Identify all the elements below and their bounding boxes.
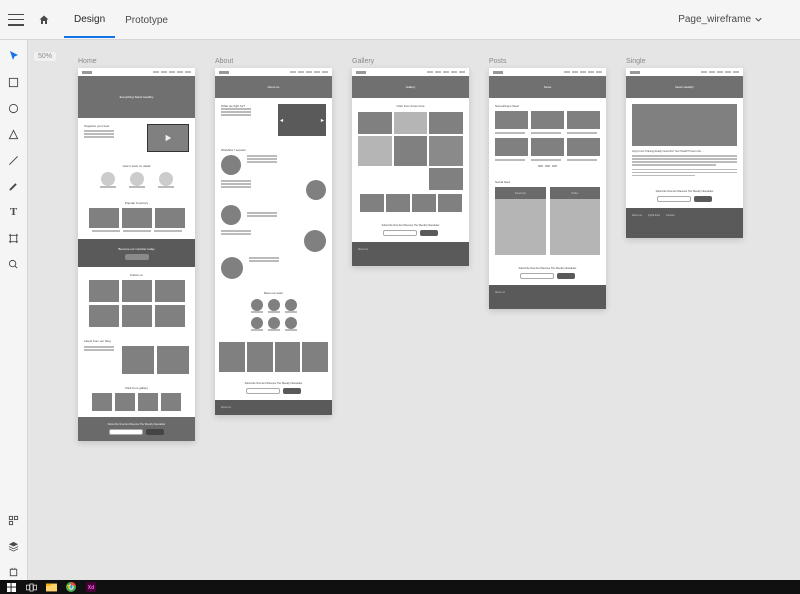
section-title: Follow us	[130, 273, 143, 277]
taskview-icon[interactable]	[24, 582, 38, 592]
tab-prototype[interactable]: Prototype	[115, 3, 178, 37]
hero-title: Everything Starts Healthy	[120, 95, 154, 99]
cta-band: Become our member today	[118, 247, 154, 251]
section-title: Click from times here	[396, 104, 424, 108]
artboard-about[interactable]: About About us What we fight for? ◀ ▶ Wo…	[215, 68, 332, 415]
subscribe-text: Subscribe Now And Receive The Weekly New…	[108, 423, 166, 426]
footer-col: About us	[221, 406, 231, 409]
section-title: Latest from our blog	[84, 339, 189, 343]
artboard-row: Home Everything Starts Healthy Organize …	[78, 68, 743, 441]
windows-taskbar: Xd	[0, 580, 800, 594]
assets-panel-icon[interactable]	[6, 512, 22, 528]
play-icon	[164, 134, 172, 142]
text-tool-icon[interactable]: T	[6, 204, 22, 220]
design-canvas[interactable]: 50% Home Everything Starts Healthy Organ…	[28, 40, 800, 580]
layers-panel-icon[interactable]	[6, 538, 22, 554]
footer-col: Quick links	[648, 214, 660, 232]
document-name: Page_wireframe	[678, 14, 751, 25]
section-title: How it work on detail	[123, 164, 151, 168]
artboard-label: Gallery	[352, 58, 374, 65]
file-explorer-icon[interactable]	[44, 582, 58, 592]
menu-icon[interactable]	[8, 14, 24, 26]
artboard-label: Posts	[489, 58, 507, 65]
section-title: Click from gallery	[125, 386, 148, 390]
tab-design[interactable]: Design	[64, 2, 115, 38]
chrome-icon[interactable]	[64, 582, 78, 592]
footer-col: About us	[632, 214, 642, 232]
hero-title: News Healthy	[675, 85, 694, 89]
section-title: Organize your best	[84, 124, 134, 128]
line-tool-icon[interactable]	[6, 152, 22, 168]
application-topbar: Design Prototype Page_wireframe	[0, 0, 800, 40]
section-title: Social feed	[495, 180, 600, 184]
subscribe-text: Subscribe Now And Receive The Weekly New…	[656, 190, 714, 193]
zoom-tool-icon[interactable]	[6, 256, 22, 272]
start-icon[interactable]	[4, 582, 18, 592]
artboard-label: About	[215, 58, 233, 65]
zoom-label: 50%	[34, 52, 56, 61]
tool-panel: T	[0, 40, 28, 580]
section-title: Something's New!	[495, 104, 600, 108]
footer-col: About us	[495, 291, 600, 294]
artboard-gallery[interactable]: Gallery Gallery Click from times here Su…	[352, 68, 469, 266]
subscribe-text: Subscribe Now And Receive The Weekly New…	[382, 224, 440, 227]
select-tool-icon[interactable]	[6, 48, 22, 64]
section-title: Meet our team	[264, 291, 283, 295]
artboard-single[interactable]: Single News Healthy Copy From Training R…	[626, 68, 743, 238]
svg-text:Xd: Xd	[88, 585, 94, 591]
footer-col: About us	[358, 248, 463, 251]
artboard-label: Single	[626, 58, 645, 65]
artboard-home[interactable]: Home Everything Starts Healthy Organize …	[78, 68, 195, 441]
ellipse-tool-icon[interactable]	[6, 100, 22, 116]
polygon-tool-icon[interactable]	[6, 126, 22, 142]
rectangle-tool-icon[interactable]	[6, 74, 22, 90]
section-title: Workflow / session	[221, 148, 326, 152]
subscribe-text: Subscribe Now And Receive The Weekly New…	[245, 382, 303, 385]
post-title: Copy From Training Ready! Good For Your …	[632, 150, 737, 153]
home-icon[interactable]	[38, 14, 50, 26]
facebook-tab: Facebook	[495, 187, 546, 199]
artboard-posts[interactable]: Posts News Something's New! Social feed …	[489, 68, 606, 309]
chevron-down-icon	[755, 16, 762, 23]
section-title: Popular inventory	[125, 201, 148, 205]
artboard-label: Home	[78, 58, 97, 65]
hero-title: News	[544, 85, 552, 89]
subscribe-text: Subscribe Now And Receive The Weekly New…	[519, 267, 577, 270]
pen-tool-icon[interactable]	[6, 178, 22, 194]
footer-col: Contact	[666, 214, 675, 232]
document-name-dropdown[interactable]: Page_wireframe	[678, 14, 762, 25]
xd-icon[interactable]: Xd	[84, 582, 98, 592]
hero-title: About us	[268, 85, 280, 89]
twitter-tab: Twitter	[550, 187, 601, 199]
artboard-tool-icon[interactable]	[6, 230, 22, 246]
plugins-panel-icon[interactable]	[6, 564, 22, 580]
hero-title: Gallery	[406, 85, 416, 89]
